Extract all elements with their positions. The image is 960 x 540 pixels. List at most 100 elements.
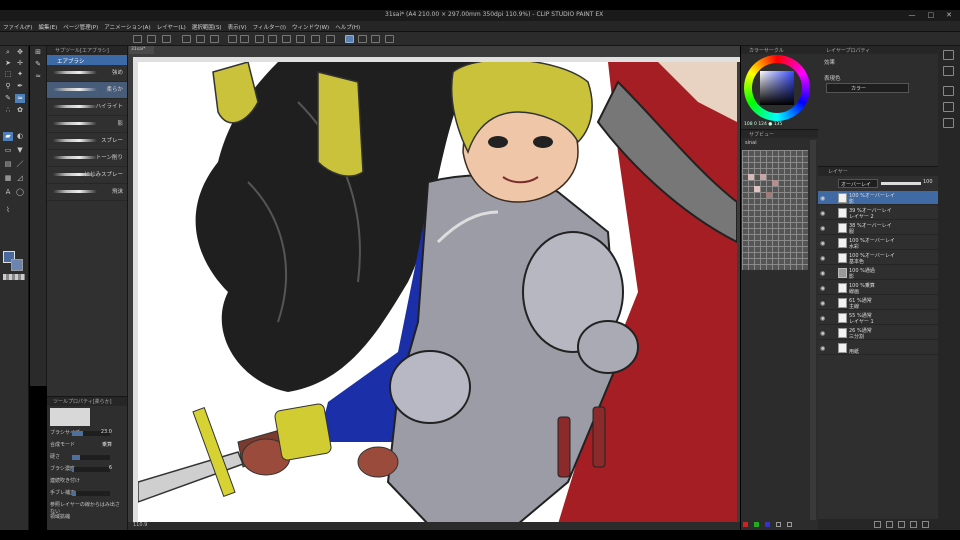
deselect-icon[interactable]: [255, 35, 264, 43]
airbrush-tool-icon[interactable]: ▰: [3, 132, 13, 141]
snap-icon[interactable]: [326, 35, 335, 43]
new-raster-layer-icon[interactable]: [874, 521, 881, 528]
close-button[interactable]: ✕: [946, 11, 952, 19]
snap-ruler-icon[interactable]: [345, 35, 354, 43]
panel-icon[interactable]: [943, 66, 954, 76]
view-icon[interactable]: [162, 35, 171, 43]
new-folder-icon[interactable]: [898, 521, 905, 528]
tool-property-row[interactable]: 合成モード 乗算: [50, 441, 124, 451]
menu-item[interactable]: 編集(E): [38, 23, 57, 31]
tool-property-slider[interactable]: [72, 467, 110, 472]
layer-row[interactable]: ◉ 100 %オーバーレイ 水彩: [818, 236, 938, 250]
operation-icon[interactable]: ➤: [3, 59, 13, 68]
open-file-icon[interactable]: [196, 35, 205, 43]
menu-toggle-icon[interactable]: [133, 35, 142, 43]
menu-item[interactable]: アニメーション(A): [104, 23, 150, 31]
visibility-eye-icon[interactable]: ◉: [820, 300, 825, 307]
subtool-group-icon[interactable]: ✎: [33, 60, 43, 69]
layer-row[interactable]: ◉ 100 %オーバーレイ 基本色: [818, 251, 938, 265]
subtool-item[interactable]: 柔らか: [47, 82, 127, 99]
panel-icon[interactable]: [943, 118, 954, 128]
tool-property-row[interactable]: ブラシ濃度 6: [50, 465, 124, 475]
menu-item[interactable]: 表示(V): [228, 23, 247, 31]
redo-icon[interactable]: [240, 35, 249, 43]
panel-icon[interactable]: [943, 102, 954, 112]
opacity-value[interactable]: 100: [923, 179, 933, 185]
tool-property-slider[interactable]: [72, 491, 110, 496]
frame-icon[interactable]: ▦: [3, 174, 13, 183]
color-wheel[interactable]: [744, 55, 810, 121]
tool-property-row[interactable]: 硬さ: [50, 453, 124, 463]
new-vector-layer-icon[interactable]: [886, 521, 893, 528]
ruler-icon[interactable]: ◿: [15, 174, 25, 183]
visibility-eye-icon[interactable]: ◉: [820, 210, 825, 217]
red-dot-icon[interactable]: [743, 522, 748, 527]
save-icon[interactable]: [210, 35, 219, 43]
zoom-readout[interactable]: 110.9: [133, 522, 147, 528]
subtool-item[interactable]: にじみスプレー: [47, 167, 127, 184]
zoom-icon[interactable]: ⌕: [3, 48, 13, 57]
transform-icon[interactable]: [282, 35, 291, 43]
layer-row[interactable]: ◉ 100 %通過影: [818, 266, 938, 280]
layer-row[interactable]: ◉ 用紙: [818, 341, 938, 355]
decoration-icon[interactable]: ✿: [15, 106, 25, 115]
tool-property-value[interactable]: 23.0: [101, 429, 112, 435]
layer-row[interactable]: ◉ 55 %通常 レイヤー 1: [818, 311, 938, 325]
sub-view-scrollbar[interactable]: [810, 140, 816, 520]
tool-property-row[interactable]: 参照レイヤーの線からはみ出さない: [50, 501, 124, 515]
figure-icon[interactable]: ／: [15, 160, 25, 169]
visibility-eye-icon[interactable]: ◉: [820, 315, 825, 322]
select-all-icon[interactable]: [268, 35, 277, 43]
menu-item[interactable]: ウィンドウ(W): [292, 23, 329, 31]
canvas-tab[interactable]: 31sai*: [129, 46, 154, 54]
subtool-item[interactable]: トーン削り: [47, 150, 127, 167]
delete-layer-icon[interactable]: [922, 521, 929, 528]
pencil-icon[interactable]: ✎: [3, 94, 13, 103]
opacity-slider[interactable]: [881, 182, 921, 185]
menu-item[interactable]: ヘルプ(H): [335, 23, 360, 31]
menu-item[interactable]: レイヤー(L): [157, 23, 186, 31]
move-icon[interactable]: ✥: [15, 48, 25, 57]
correct-line-icon[interactable]: ⌇: [3, 206, 13, 215]
selection-icon[interactable]: ⬚: [3, 70, 13, 79]
green-dot-icon[interactable]: [754, 522, 759, 527]
new-file-icon[interactable]: [182, 35, 191, 43]
tool-property-value[interactable]: 6: [109, 465, 112, 471]
visibility-eye-icon[interactable]: ◉: [820, 345, 825, 352]
reference-image[interactable]: [742, 150, 808, 270]
text-icon[interactable]: A: [3, 188, 13, 197]
airbrush-icon[interactable]: ∴: [3, 106, 13, 115]
tool-property-slider[interactable]: [72, 455, 110, 460]
saturation-value-square[interactable]: [760, 71, 794, 105]
eyedropper-icon[interactable]: ⚲: [3, 82, 13, 91]
balloon-icon[interactable]: ◯: [15, 188, 25, 197]
subtool-group-tab[interactable]: エアブラシ: [47, 55, 127, 65]
subtool-item[interactable]: 飛沫: [47, 184, 127, 201]
drawing-canvas[interactable]: [138, 62, 737, 524]
subtool-item[interactable]: 影: [47, 116, 127, 133]
subtool-group-icon[interactable]: ⊞: [33, 48, 43, 57]
blend-mode-select[interactable]: オーバーレイ: [838, 179, 878, 188]
menu-item[interactable]: ページ管理(P): [63, 23, 98, 31]
panel-icon[interactable]: [943, 50, 954, 60]
clear-icon[interactable]: [311, 35, 320, 43]
visibility-eye-icon[interactable]: ◉: [820, 255, 825, 262]
gradient-icon[interactable]: ▤: [3, 160, 13, 169]
subtool-item[interactable]: 強め: [47, 65, 127, 82]
layer-row[interactable]: ◉ 26 %通常 三分割: [818, 326, 938, 340]
mask-icon[interactable]: [910, 521, 917, 528]
tool-property-row[interactable]: ブラシサイズ 23.0: [50, 429, 124, 439]
menu-item[interactable]: フィルター(I): [253, 23, 286, 31]
expression-color-select[interactable]: カラー: [826, 83, 909, 93]
blue-dot-icon[interactable]: [765, 522, 770, 527]
sub-color-swatch[interactable]: [11, 259, 23, 271]
brush-stroke-icon[interactable]: [385, 35, 394, 43]
snap-perspective-icon[interactable]: [371, 35, 380, 43]
tool-property-value[interactable]: 乗算: [102, 441, 112, 448]
maximize-button[interactable]: □: [928, 11, 935, 19]
visibility-eye-icon[interactable]: ◉: [820, 240, 825, 247]
subtool-group-icon[interactable]: ≈: [33, 72, 43, 81]
menu-item[interactable]: 選択範囲(S): [192, 23, 222, 31]
fill-tool-icon[interactable]: ▼: [15, 146, 25, 155]
layer-row[interactable]: ◉ 100 %乗算 線画: [818, 281, 938, 295]
